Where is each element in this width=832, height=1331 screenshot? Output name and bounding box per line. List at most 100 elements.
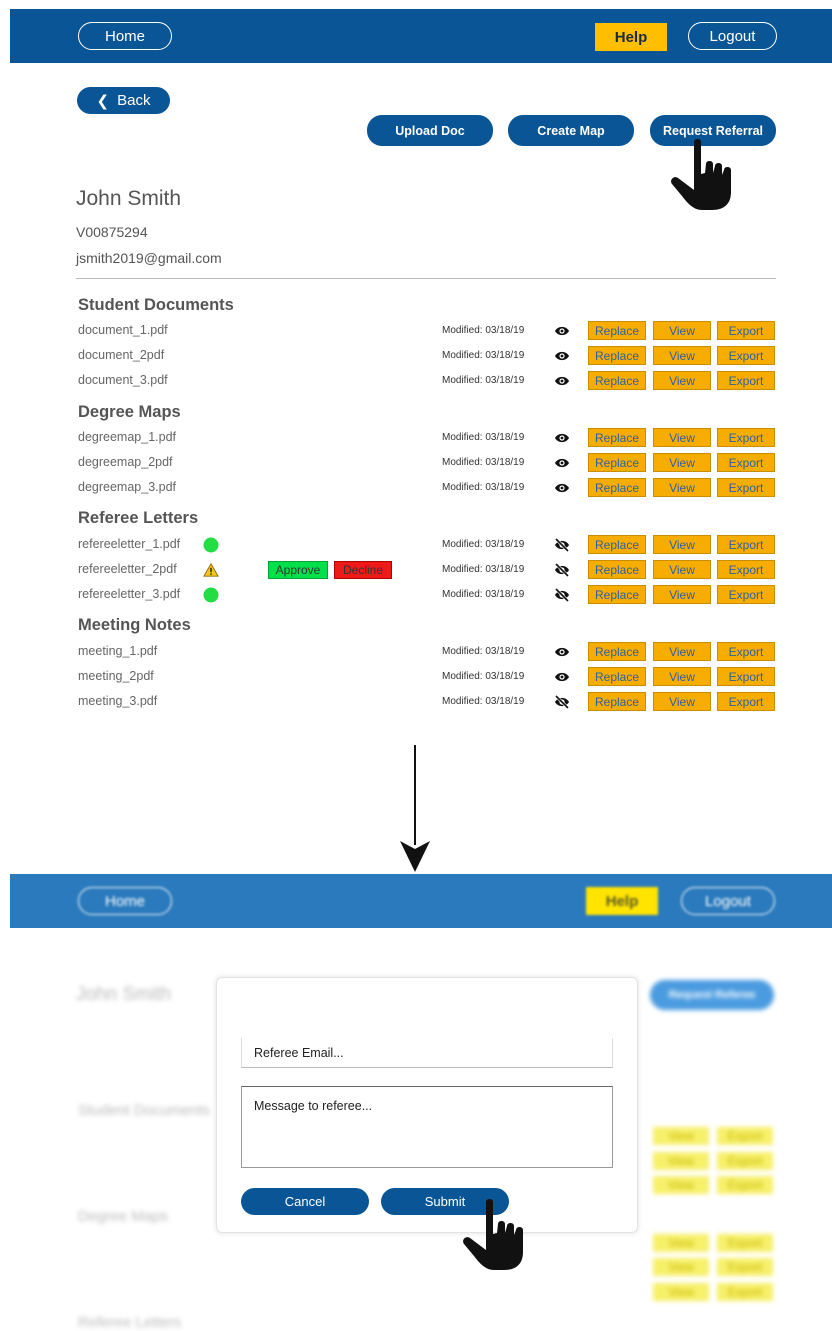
eye-icon[interactable] <box>554 481 570 495</box>
view-button[interactable]: View <box>653 667 711 686</box>
export-button[interactable]: Export <box>717 535 775 554</box>
export-button[interactable]: Export <box>717 560 775 579</box>
top-nav-bar: Home Help Logout <box>10 9 832 63</box>
eye-icon[interactable] <box>554 324 570 338</box>
eye-icon[interactable] <box>554 374 570 388</box>
request-referee-modal: Referee Email... Message to referee... C… <box>216 977 638 1233</box>
export-button[interactable]: Export <box>717 642 775 661</box>
view-button[interactable]: View <box>653 346 711 365</box>
approve-button[interactable]: Approve <box>268 561 328 579</box>
file-name: document_1.pdf <box>78 323 168 337</box>
message-to-referee-field[interactable]: Message to referee... <box>241 1086 613 1168</box>
request-referee-button[interactable]: Request Referee <box>650 980 774 1010</box>
export-button[interactable]: Export <box>717 371 775 390</box>
back-button[interactable]: ❮ Back <box>77 87 170 114</box>
view-button[interactable]: View <box>653 1127 709 1145</box>
create-map-button[interactable]: Create Map <box>508 115 634 146</box>
replace-button[interactable]: Replace <box>588 642 646 661</box>
view-button[interactable]: View <box>653 692 711 711</box>
chevron-left-icon: ❮ <box>96 92 110 110</box>
replace-button[interactable]: Replace <box>588 321 646 340</box>
export-button[interactable]: Export <box>717 1283 773 1301</box>
list-item: document_3.pdf Modified: 03/18/19 Replac… <box>78 371 778 393</box>
view-button[interactable]: View <box>653 1258 709 1276</box>
export-button[interactable]: Export <box>717 692 775 711</box>
section-title-referee-letters: Referee Letters <box>78 1314 182 1331</box>
eye-icon[interactable] <box>554 431 570 445</box>
modified-date: Modified: 03/18/19 <box>442 589 525 600</box>
export-button[interactable]: Export <box>717 667 775 686</box>
cancel-button[interactable]: Cancel <box>241 1188 369 1215</box>
modified-date: Modified: 03/18/19 <box>442 457 525 468</box>
replace-button[interactable]: Replace <box>588 692 646 711</box>
modified-date: Modified: 03/18/19 <box>442 646 525 657</box>
approved-icon <box>203 537 219 553</box>
eye-slash-icon[interactable] <box>554 563 570 577</box>
export-button[interactable]: Export <box>717 585 775 604</box>
view-button[interactable]: View <box>653 1152 709 1170</box>
replace-button[interactable]: Replace <box>588 667 646 686</box>
replace-button[interactable]: Replace <box>588 428 646 447</box>
modified-date: Modified: 03/18/19 <box>442 539 525 550</box>
modified-date: Modified: 03/18/19 <box>442 671 525 682</box>
eye-slash-icon[interactable] <box>554 695 570 709</box>
view-button[interactable]: View <box>653 428 711 447</box>
export-button[interactable]: Export <box>717 1152 773 1170</box>
logout-button[interactable]: Logout <box>688 22 777 50</box>
replace-button[interactable]: Replace <box>588 371 646 390</box>
view-button[interactable]: View <box>653 453 711 472</box>
export-button[interactable]: Export <box>717 1258 773 1276</box>
logout-button[interactable]: Logout <box>681 887 775 915</box>
approved-icon <box>203 587 219 603</box>
home-button[interactable]: Home <box>78 887 172 915</box>
export-button[interactable]: Export <box>717 1127 773 1145</box>
eye-icon[interactable] <box>554 645 570 659</box>
file-name: refereeletter_2pdf <box>78 562 177 576</box>
replace-button[interactable]: Replace <box>588 478 646 497</box>
view-button[interactable]: View <box>653 478 711 497</box>
eye-slash-icon[interactable] <box>554 588 570 602</box>
view-button[interactable]: View <box>653 560 711 579</box>
modified-date: Modified: 03/18/19 <box>442 350 525 361</box>
export-button[interactable]: Export <box>717 1176 773 1194</box>
export-button[interactable]: Export <box>717 453 775 472</box>
view-button[interactable]: View <box>653 585 711 604</box>
upload-doc-button[interactable]: Upload Doc <box>367 115 493 146</box>
view-button[interactable]: View <box>653 1283 709 1301</box>
help-button[interactable]: Help <box>586 887 658 915</box>
help-button[interactable]: Help <box>595 23 667 51</box>
list-item: document_1.pdf Modified: 03/18/19 Replac… <box>78 321 778 343</box>
section-title-student-documents: Student Documents <box>78 296 234 314</box>
replace-button[interactable]: Replace <box>588 560 646 579</box>
eye-icon[interactable] <box>554 670 570 684</box>
view-button[interactable]: View <box>653 535 711 554</box>
file-name: document_2pdf <box>78 348 165 362</box>
eye-icon[interactable] <box>554 456 570 470</box>
list-item: degreemap_1.pdf Modified: 03/18/19 Repla… <box>78 428 778 450</box>
export-button[interactable]: Export <box>717 428 775 447</box>
file-name: degreemap_3.pdf <box>78 480 176 494</box>
file-name: document_3.pdf <box>78 373 168 387</box>
section-title-degree-maps: Degree Maps <box>78 1208 169 1225</box>
export-button[interactable]: Export <box>717 478 775 497</box>
section-title-degree-maps: Degree Maps <box>78 403 181 421</box>
view-button[interactable]: View <box>653 1176 709 1194</box>
eye-slash-icon[interactable] <box>554 538 570 552</box>
export-button[interactable]: Export <box>717 346 775 365</box>
view-button[interactable]: View <box>653 371 711 390</box>
replace-button[interactable]: Replace <box>588 346 646 365</box>
file-name: refereeletter_1.pdf <box>78 537 181 551</box>
view-button[interactable]: View <box>653 642 711 661</box>
home-button[interactable]: Home <box>78 22 172 50</box>
replace-button[interactable]: Replace <box>588 453 646 472</box>
referee-email-field[interactable]: Referee Email... <box>241 1038 613 1068</box>
export-button[interactable]: Export <box>717 321 775 340</box>
decline-button[interactable]: Decline <box>334 561 392 579</box>
replace-button[interactable]: Replace <box>588 585 646 604</box>
view-button[interactable]: View <box>653 321 711 340</box>
replace-button[interactable]: Replace <box>588 535 646 554</box>
list-item: meeting_2pdf Modified: 03/18/19 Replace … <box>78 667 778 689</box>
eye-icon[interactable] <box>554 349 570 363</box>
view-button[interactable]: View <box>653 1234 709 1252</box>
export-button[interactable]: Export <box>717 1234 773 1252</box>
